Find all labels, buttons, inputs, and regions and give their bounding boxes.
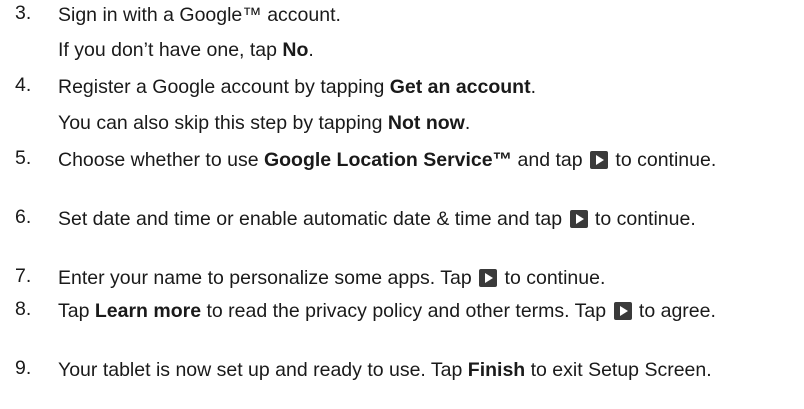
step-text: Set date and time or enable automatic da… [58,206,798,233]
bold-term: Finish [467,359,526,381]
text-run: Set date and time or enable automatic da… [58,208,568,230]
text-run: . [530,76,537,98]
step-text: Sign in with a Google™ account. [58,2,798,29]
text-run: to exit Setup Screen. [525,359,712,381]
step-text: Register a Google account by tapping Get… [58,74,798,101]
bold-term: Google Location Service™ [263,149,513,171]
text-run: You can also skip this step by tapping [58,112,388,134]
text-run: Enter your name to personalize some apps… [58,267,478,289]
step-text: Choose whether to use Google Location Se… [58,147,798,174]
bold-term: Get an account [389,76,531,98]
text-run: . [308,39,314,61]
play-arrow-icon [479,269,498,287]
text-run: . [464,112,471,134]
step-number: 3. [15,2,32,24]
step-number: 5. [15,147,32,169]
step-text: Tap Learn more to read the privacy polic… [58,298,798,325]
play-arrow-icon [613,302,632,320]
step-text: Your tablet is now set up and ready to u… [58,357,798,384]
text-run: to continue. [610,149,717,171]
bold-term: No [282,39,309,61]
step-number: 8. [15,298,32,320]
text-run: Sign in with a Google™ account. [58,4,341,26]
text-run: Choose whether to use [58,149,264,171]
play-arrow-icon [590,151,609,169]
text-run: If you don’t have one, tap [58,39,283,61]
text-run: and tap [512,149,589,171]
text-run: to continue. [589,208,696,230]
text-run: Tap [58,300,95,322]
text-run: Register a Google account by tapping [58,76,390,98]
step-note: If you don’t have one, tap No. [58,37,314,64]
step-number: 9. [15,357,32,379]
step-text: Enter your name to personalize some apps… [58,265,798,292]
instructions-page: 3. Sign in with a Google™ account. If yo… [0,0,804,409]
text-run: Your tablet is now set up and ready to u… [58,359,468,381]
bold-term: Not now [387,112,465,134]
text-run: to read the privacy policy and other ter… [201,300,612,322]
step-number: 4. [15,74,32,96]
step-number: 7. [15,265,32,287]
text-run: to continue. [499,267,606,289]
play-arrow-icon [569,210,588,228]
text-run: to agree. [633,300,716,322]
step-note: You can also skip this step by tapping N… [58,110,470,137]
step-number: 6. [15,206,32,228]
bold-term: Learn more [94,300,202,322]
